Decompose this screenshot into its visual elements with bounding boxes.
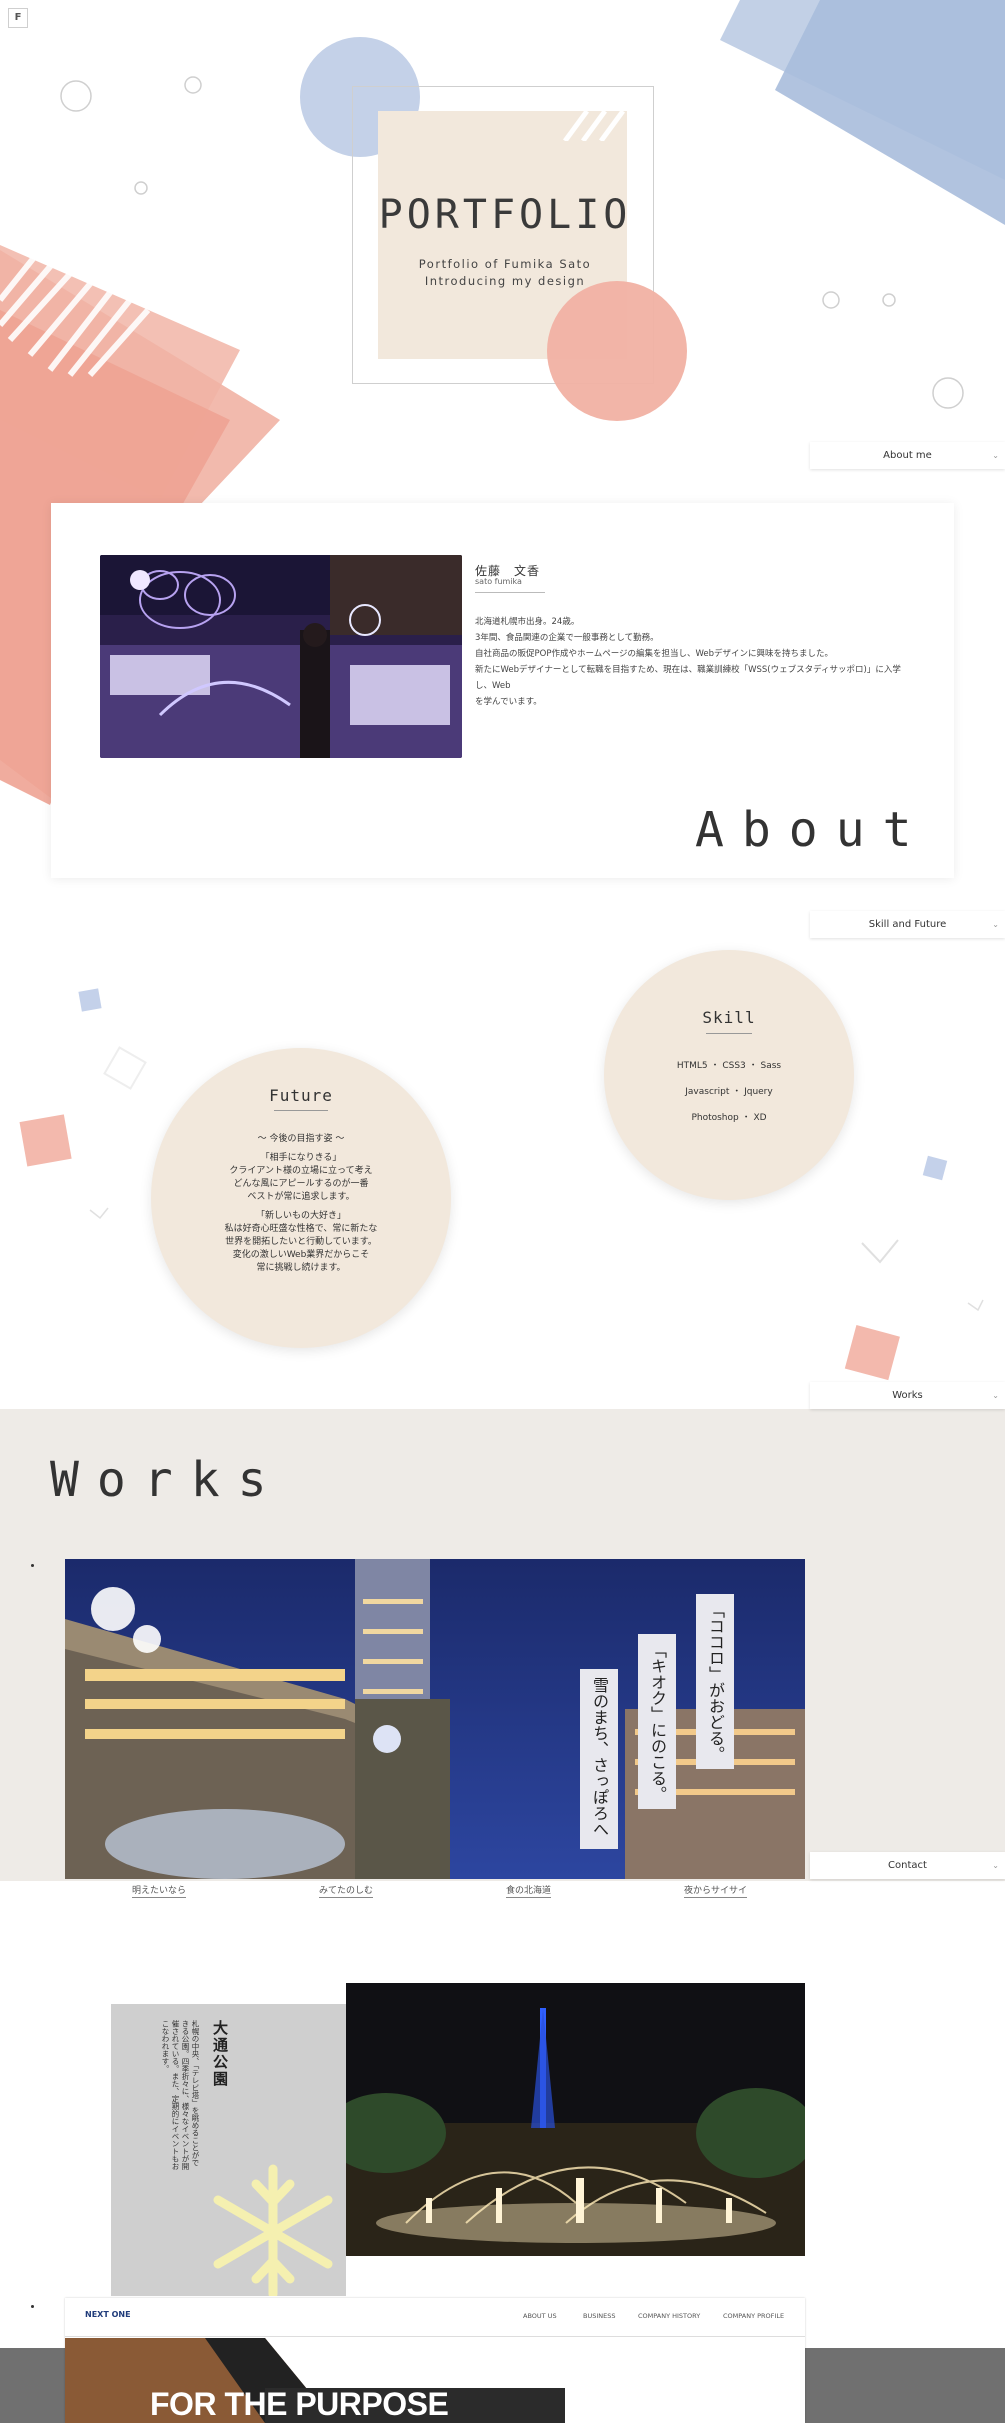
card-stripes [562,111,626,141]
tab-contact[interactable]: Contact ⌄ [810,1852,1005,1879]
site-nav-item: ABOUT US [523,2312,557,2320]
salmon-circle [547,281,687,421]
future-bubble: Future ～ 今後の目指す姿 ～ 「相手になりきる」 クライアント様の立場に… [151,1048,451,1348]
tab-label: Skill and Future [868,919,947,930]
blue-shape [775,0,1005,225]
divider [475,592,545,593]
slide-copy: 「キオク」にのこる。 [648,1642,667,1802]
tab-works[interactable]: Works ⌄ [810,1382,1005,1409]
future-line: 「相手になりきる」 [260,1153,342,1163]
future-line: どんな風にアピールするのが一番 [233,1179,369,1189]
future-line: ～ 今後の目指す姿 ～ [257,1134,345,1144]
divider [706,1033,752,1034]
description-line: 北海道札幌市出身。24歳。 [475,617,580,627]
slide-nav-link[interactable]: 食の北海道 [506,1883,552,1898]
copy-box: 「キオク」にのこる。 [638,1634,676,1809]
hero-subtitle-line: Introducing my design [424,274,586,288]
slide-copy: 雪のまち、さっぽろへ [590,1677,609,1837]
works-heading: Works [50,1452,285,1508]
chevron-down-icon: ⌄ [992,920,999,929]
divider [274,1110,328,1111]
tab-label: Contact [888,1860,927,1871]
future-title: Future [269,1086,333,1105]
copy-box: 「ココロ」がおどる。 [696,1594,734,1769]
future-text: ～ 今後の目指す姿 ～ 「相手になりきる」 クライアント様の立場に立って考え ど… [151,1133,451,1275]
list-bullet [31,2305,34,2308]
skill-item: Photoshop ・ XD [691,1113,767,1123]
future-line: 「新しいもの大好き」 [255,1211,346,1221]
profile-photo [100,555,462,758]
future-line: 世界を開拓したいと行動しています。 [225,1237,377,1247]
slide-nav-link[interactable]: みてたのしむ [319,1883,374,1898]
work-slide-next-one[interactable]: NEXT ONE ABOUT US BUSINESS COMPANY HISTO… [65,2298,805,2423]
profile-description: 北海道札幌市出身。24歳。 3年間、食品関連の企業で一般事務として勤務。 自社商… [475,614,915,710]
odori-fountain-image[interactable] [346,1983,805,2256]
night-illumination-image [100,555,462,758]
description-line: を学んでいます。 [475,697,542,707]
sapporo-station-image [65,1559,805,1879]
future-line: 変化の激しいWeb業界だからこそ [232,1250,370,1260]
site-nav-item: COMPANY HISTORY [638,2312,701,2320]
skill-item: Javascript ・ Jquery [685,1087,773,1097]
chevron-down-icon: ⌄ [992,1391,999,1400]
profile-name-romaji: sato fumika [475,577,522,586]
work-slide-sapporo[interactable]: 「ココロ」がおどる。 「キオク」にのこる。 雪のまち、さっぽろへ [65,1559,805,1879]
slide-nav-link[interactable]: 夜からサイサイ [684,1883,748,1898]
description-line: 新たにWebデザイナーとして転職を目指すため、現在は、職業訓練校「WSS(ウェブ… [475,665,901,691]
tab-about[interactable]: About me ⌄ [810,442,1005,469]
site-nav-item: BUSINESS [583,2312,616,2320]
slide-copy: 「ココロ」がおどる。 [706,1602,725,1762]
future-line: クライアント様の立場に立って考え [229,1166,373,1176]
tab-skill-and-future[interactable]: Skill and Future ⌄ [810,911,1005,938]
future-line: 常に挑戦し続けます。 [256,1263,346,1273]
chevron-down-icon: ⌄ [992,451,999,460]
next-one-logo: NEXT ONE [85,2310,131,2319]
site-nav-item: COMPANY PROFILE [723,2312,785,2320]
skill-bubble: Skill HTML5 ・ CSS3 ・ Sass Javascript ・ J… [604,950,854,1200]
divider [65,2336,805,2337]
skill-list: HTML5 ・ CSS3 ・ Sass Javascript ・ Jquery … [604,1060,854,1125]
hero-subtitle-line: Portfolio of Fumika Sato [418,257,592,271]
tab-label: Works [892,1390,923,1401]
hero-subtitle: Portfolio of Fumika Sato Introducing my … [360,256,650,290]
about-heading: About [695,802,930,858]
list-bullet [31,1564,34,1567]
future-line: ベストが常に追求します。 [247,1192,355,1202]
skill-item: HTML5 ・ CSS3 ・ Sass [676,1061,782,1071]
skill-title: Skill [702,1008,756,1027]
description-line: 自社商品の販促POP作成やホームページの編集を担当し、Webデザインに興味を持ち… [475,649,834,659]
copy-box: 雪のまち、さっぽろへ [580,1669,618,1849]
hero-title: PORTFOLIO [378,192,632,238]
site-headline: FOR THE PURPOSE [150,2386,449,2422]
odori-title: 大通公園 [211,2020,229,2088]
slide-nav-link[interactable]: 明えたいなら [132,1883,187,1898]
snowflake-icon [213,2164,333,2296]
description-line: 3年間、食品関連の企業で一般事務として勤務。 [475,633,659,643]
tab-label: About me [883,450,932,461]
future-line: 私は好奇心旺盛な性格で、常に新たな [224,1224,378,1234]
odori-description: 札幌の中央、「テレビ塔」を眺めることができる公園。四季折々に、様々なイベントが開… [161,2020,200,2170]
chevron-down-icon: ⌄ [992,1861,999,1870]
